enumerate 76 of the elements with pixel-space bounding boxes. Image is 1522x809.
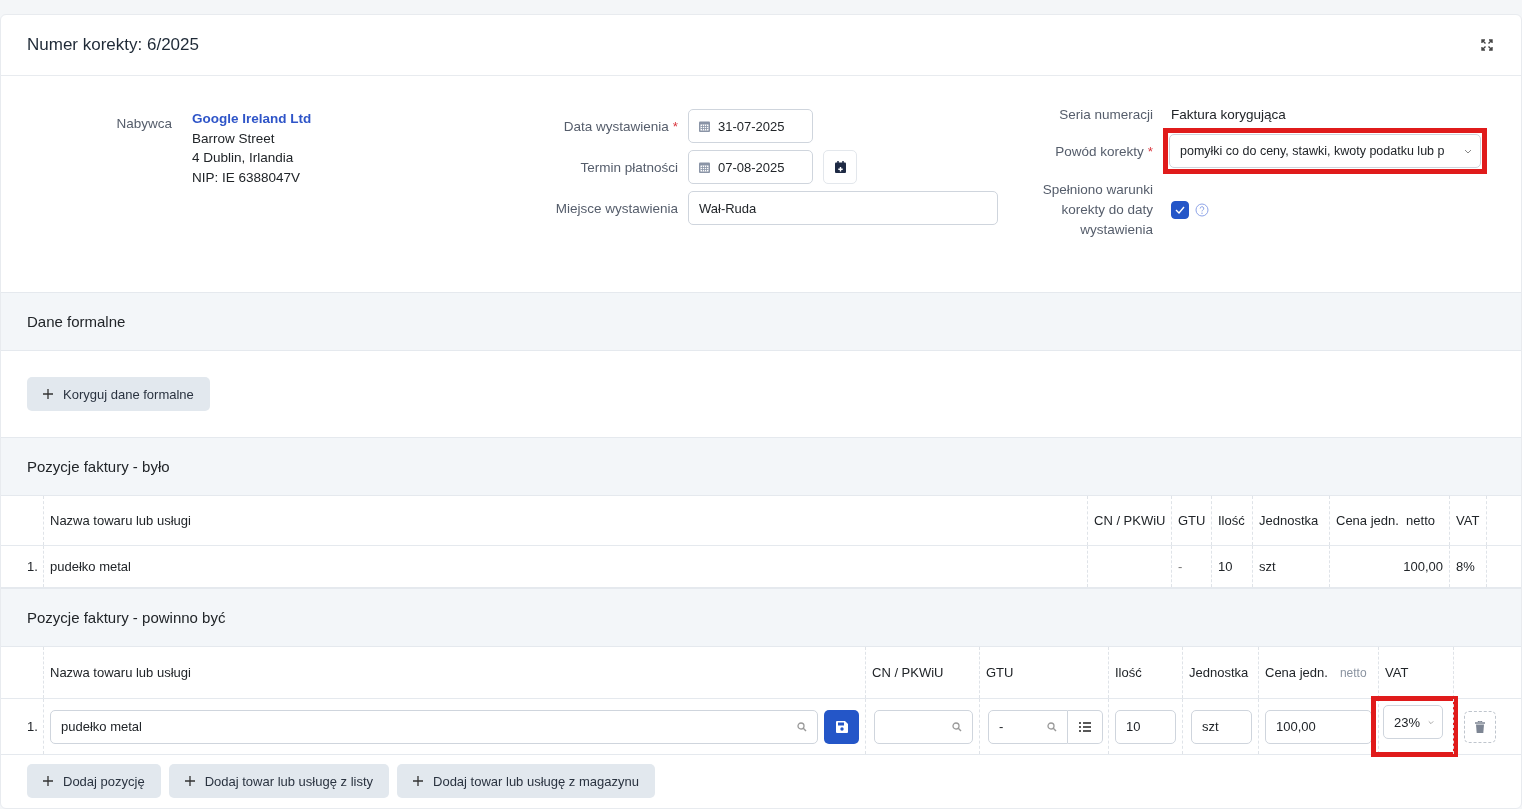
table-cell: 10 (1211, 546, 1252, 587)
window-title: Numer korekty: 6/2025 (27, 35, 199, 55)
add-button[interactable]: Dodaj towar lub usługę z listy (168, 764, 389, 798)
list-button[interactable] (1068, 709, 1103, 744)
column-header: Jednostka (1189, 665, 1249, 680)
table-cell: pudełko metal (43, 546, 1087, 587)
expand-icon[interactable] (1481, 39, 1493, 51)
calendar-icon (699, 120, 710, 132)
buyer-label: Nabywca (115, 115, 172, 133)
column-header: Ilość (1115, 665, 1142, 680)
date-field[interactable]: 07-08-2025 (688, 150, 813, 184)
section-title: Pozycje faktury - powinno być (27, 609, 226, 626)
column-header: Nazwa towaru lub usługi (43, 496, 1087, 545)
quantity-field[interactable]: 10 (1115, 709, 1176, 744)
vat-select[interactable]: 23% (1383, 705, 1443, 739)
buyer-address-line: 4 Dublin, Irlandia (192, 149, 295, 167)
field-label: Seria numeracji (1058, 107, 1153, 122)
section-title: Pozycje faktury - było (27, 458, 170, 475)
search-icon (952, 721, 962, 732)
checkbox[interactable] (1171, 201, 1189, 219)
trash-icon (1475, 720, 1485, 733)
field-label: Termin płatności (579, 159, 678, 175)
gtu-field[interactable]: - (988, 709, 1068, 744)
delete-button[interactable] (1464, 710, 1496, 743)
correct-formal-data-button[interactable]: Koryguj dane formalne (27, 377, 210, 411)
column-header: CN / PKWiU (1087, 496, 1171, 545)
list-icon (1079, 721, 1091, 732)
column-header: Jednostka (1252, 496, 1329, 545)
row-number: 1. (26, 718, 39, 736)
row-number: 1. (26, 558, 39, 576)
column-header: GTU (1171, 496, 1211, 545)
plus-icon (43, 776, 53, 786)
product-name-field[interactable]: pudełko metal (50, 709, 818, 744)
calendar-icon (699, 161, 710, 173)
field-label: Data wystawienia * (562, 118, 678, 134)
save-button[interactable] (824, 709, 859, 744)
calendar-add-button[interactable] (823, 150, 857, 184)
plus-icon (43, 389, 53, 399)
chevron-down-icon (1464, 148, 1472, 154)
add-button[interactable]: Dodaj pozycję (27, 764, 161, 798)
chevron-down-icon (1428, 719, 1434, 725)
column-header: Ilość (1211, 496, 1252, 545)
buyer-link[interactable]: Google Ireland Ltd (192, 109, 312, 129)
buyer-address-line: NIP: IE 6388047V (192, 168, 302, 187)
unit-field[interactable]: szt (1191, 709, 1252, 744)
plus-icon (413, 776, 423, 786)
column-note: netto (1339, 665, 1367, 680)
column-header: VAT (1449, 496, 1486, 545)
save-icon (835, 720, 848, 733)
column-header: Cena jedn. netto (1329, 496, 1449, 545)
column-header: GTU (986, 665, 1014, 680)
reason-select[interactable]: pomyłki co do ceny, stawki, kwoty podatku lub p (1169, 134, 1481, 168)
field-label: Spełniono warunki korekty do daty wystawienia (1041, 181, 1153, 239)
field-label: Powód korekty * (1054, 143, 1153, 159)
table-cell: 8% (1449, 546, 1486, 587)
check-icon (1175, 206, 1185, 214)
calendar-plus-icon (834, 161, 846, 173)
plus-icon (184, 776, 195, 786)
column-header: VAT (1385, 665, 1409, 680)
place-field[interactable]: Wał-Ruda (688, 191, 998, 225)
column-header: CN / PKWiU (872, 665, 944, 680)
column-header: Nazwa towaru lub usługi (50, 665, 191, 680)
field-label: Miejsce wystawienia (554, 200, 678, 216)
search-icon (797, 721, 807, 732)
table-cell: 100,00 (1329, 546, 1449, 587)
series-value: Faktura korygująca (1170, 107, 1286, 122)
table-cell: - (1171, 546, 1211, 587)
cn-field[interactable] (874, 709, 973, 744)
price-field[interactable]: 100,00 (1265, 709, 1372, 744)
table-cell: szt (1252, 546, 1329, 587)
section-title: Dane formalne (27, 313, 126, 330)
buyer-address-line: Barrow Street (192, 129, 276, 148)
add-button[interactable]: Dodaj towar lub usługę z magazynu (397, 764, 655, 798)
date-field[interactable]: 31-07-2025 (688, 109, 813, 143)
column-header: Cena jedn. (1265, 665, 1328, 680)
search-icon (1047, 721, 1057, 732)
